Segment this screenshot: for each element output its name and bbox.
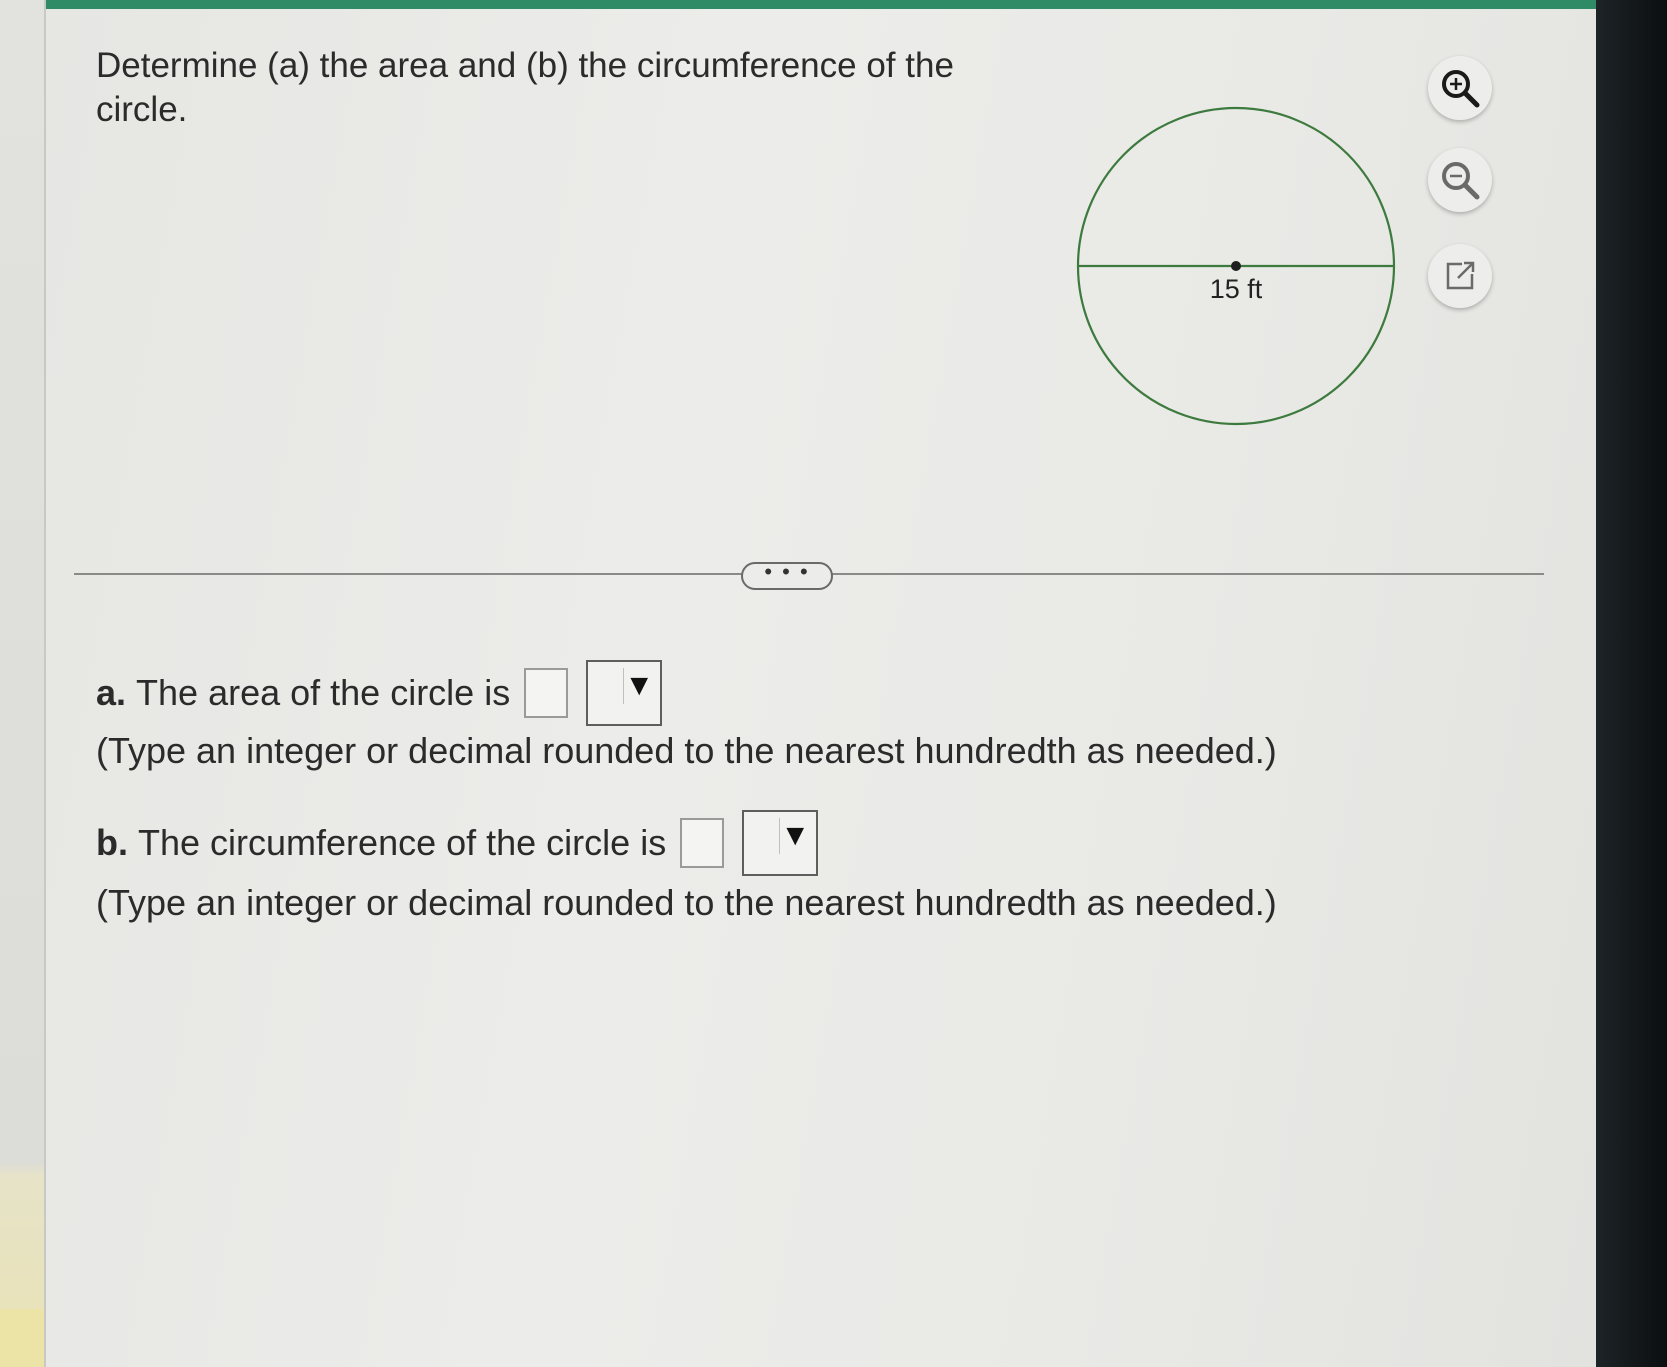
part-a-line: a. The area of the circle is ▼ <box>96 660 663 726</box>
left-strip <box>0 0 44 1367</box>
zoom-out-button[interactable] <box>1428 148 1492 212</box>
question-text: Determine (a) the area and (b) the circu… <box>96 46 954 129</box>
right-bezel <box>1596 0 1667 1367</box>
popout-icon <box>1446 261 1475 290</box>
zoom-in-button[interactable] <box>1428 56 1492 120</box>
zoom-out-icon <box>1442 162 1480 200</box>
part-b-letter: b. <box>96 822 128 863</box>
part-a-hint: (Type an integer or decimal rounded to t… <box>96 730 1277 771</box>
left-strip-highlight <box>0 1309 44 1367</box>
area-answer-input[interactable] <box>524 668 569 718</box>
circumference-answer-input[interactable] <box>680 818 725 868</box>
part-a-prompt: The area of the circle is <box>136 672 511 713</box>
part-b-prompt: The circumference of the circle is <box>138 822 667 863</box>
part-b-line: b. The circumference of the circle is ▼ <box>96 810 819 876</box>
area-unit-dropdown[interactable]: ▼ <box>586 660 663 726</box>
popout-button[interactable] <box>1428 244 1492 308</box>
chevron-down-icon: ▼ <box>779 818 811 854</box>
part-a-letter: a. <box>96 672 127 713</box>
question-panel: Determine (a) the area and (b) the circu… <box>44 0 1598 1367</box>
center-point <box>1231 261 1241 271</box>
top-accent-bar <box>46 0 1598 9</box>
circle-figure: 15 ft <box>1076 106 1396 426</box>
diameter-label: 15 ft <box>1210 274 1263 304</box>
more-options-button[interactable]: • • • <box>741 561 833 590</box>
zoom-in-icon <box>1442 70 1480 108</box>
part-b-hint: (Type an integer or decimal rounded to t… <box>96 882 1277 923</box>
circumference-unit-dropdown[interactable]: ▼ <box>742 810 819 876</box>
chevron-down-icon: ▼ <box>623 668 655 704</box>
